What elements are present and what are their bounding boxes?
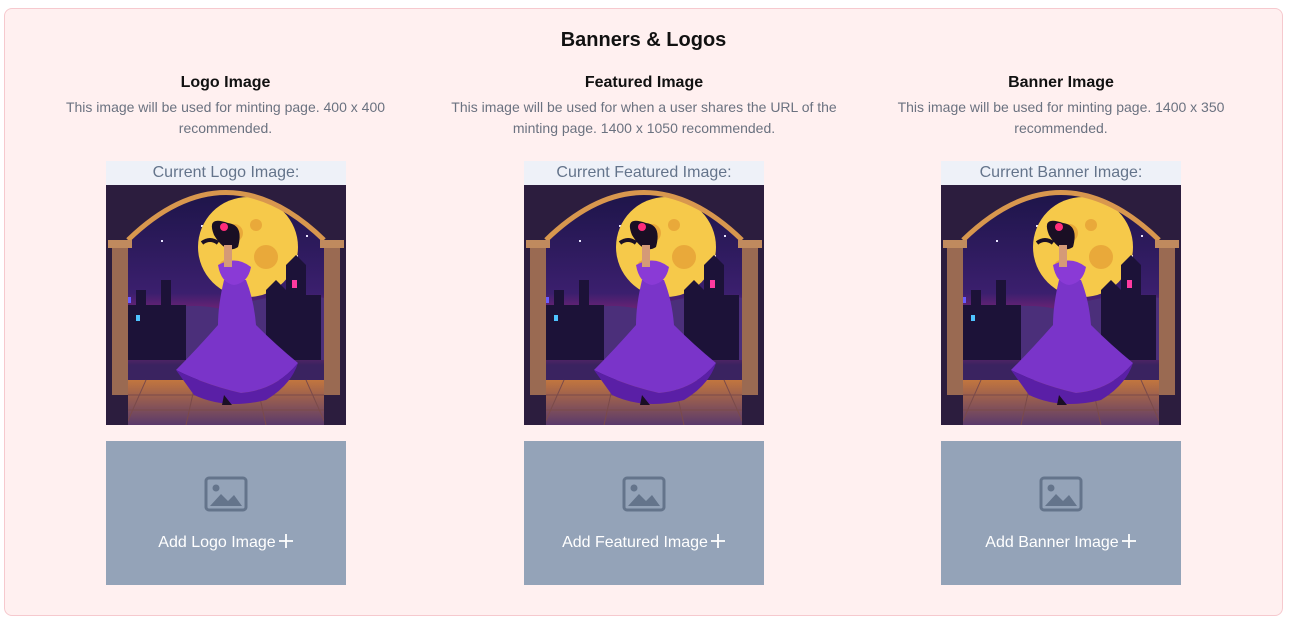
current-featured-image — [524, 185, 764, 425]
image-icon — [622, 476, 666, 512]
current-banner-image — [941, 185, 1181, 425]
current-featured-image-label: Current Featured Image: — [524, 161, 764, 185]
banner-image-title: Banner Image — [1008, 74, 1114, 91]
plus-icon — [1121, 534, 1136, 548]
banner-image-description: This image will be used for minting page… — [897, 99, 1225, 136]
logo-image-title: Logo Image — [180, 74, 271, 91]
logo-image-description: This image will be used for minting page… — [65, 99, 386, 136]
current-logo-image — [106, 185, 346, 425]
featured-image-column: Featured Image This image will be used f… — [426, 9, 862, 615]
add-banner-image-button[interactable]: Add Banner Image — [941, 441, 1181, 585]
image-icon — [1039, 476, 1083, 512]
banners-logos-panel: Banners & Logos Logo Image This image wi… — [4, 8, 1283, 616]
image-icon — [204, 476, 248, 512]
add-featured-image-label: Add Featured Image — [524, 533, 764, 553]
banner-image-column: Banner Image This image will be used for… — [862, 9, 1260, 615]
featured-image-description: This image will be used for when a user … — [451, 99, 837, 136]
current-banner-image-label: Current Banner Image: — [941, 161, 1181, 185]
add-featured-image-button[interactable]: Add Featured Image — [524, 441, 764, 585]
add-logo-image-label: Add Logo Image — [106, 533, 346, 553]
add-logo-image-button[interactable]: Add Logo Image — [106, 441, 346, 585]
plus-icon — [710, 534, 725, 548]
plus-icon — [278, 534, 293, 548]
current-logo-image-label: Current Logo Image: — [106, 161, 346, 185]
featured-image-title: Featured Image — [584, 74, 704, 91]
add-banner-image-label: Add Banner Image — [941, 533, 1181, 553]
logo-image-column: Logo Image This image will be used for m… — [5, 9, 446, 615]
